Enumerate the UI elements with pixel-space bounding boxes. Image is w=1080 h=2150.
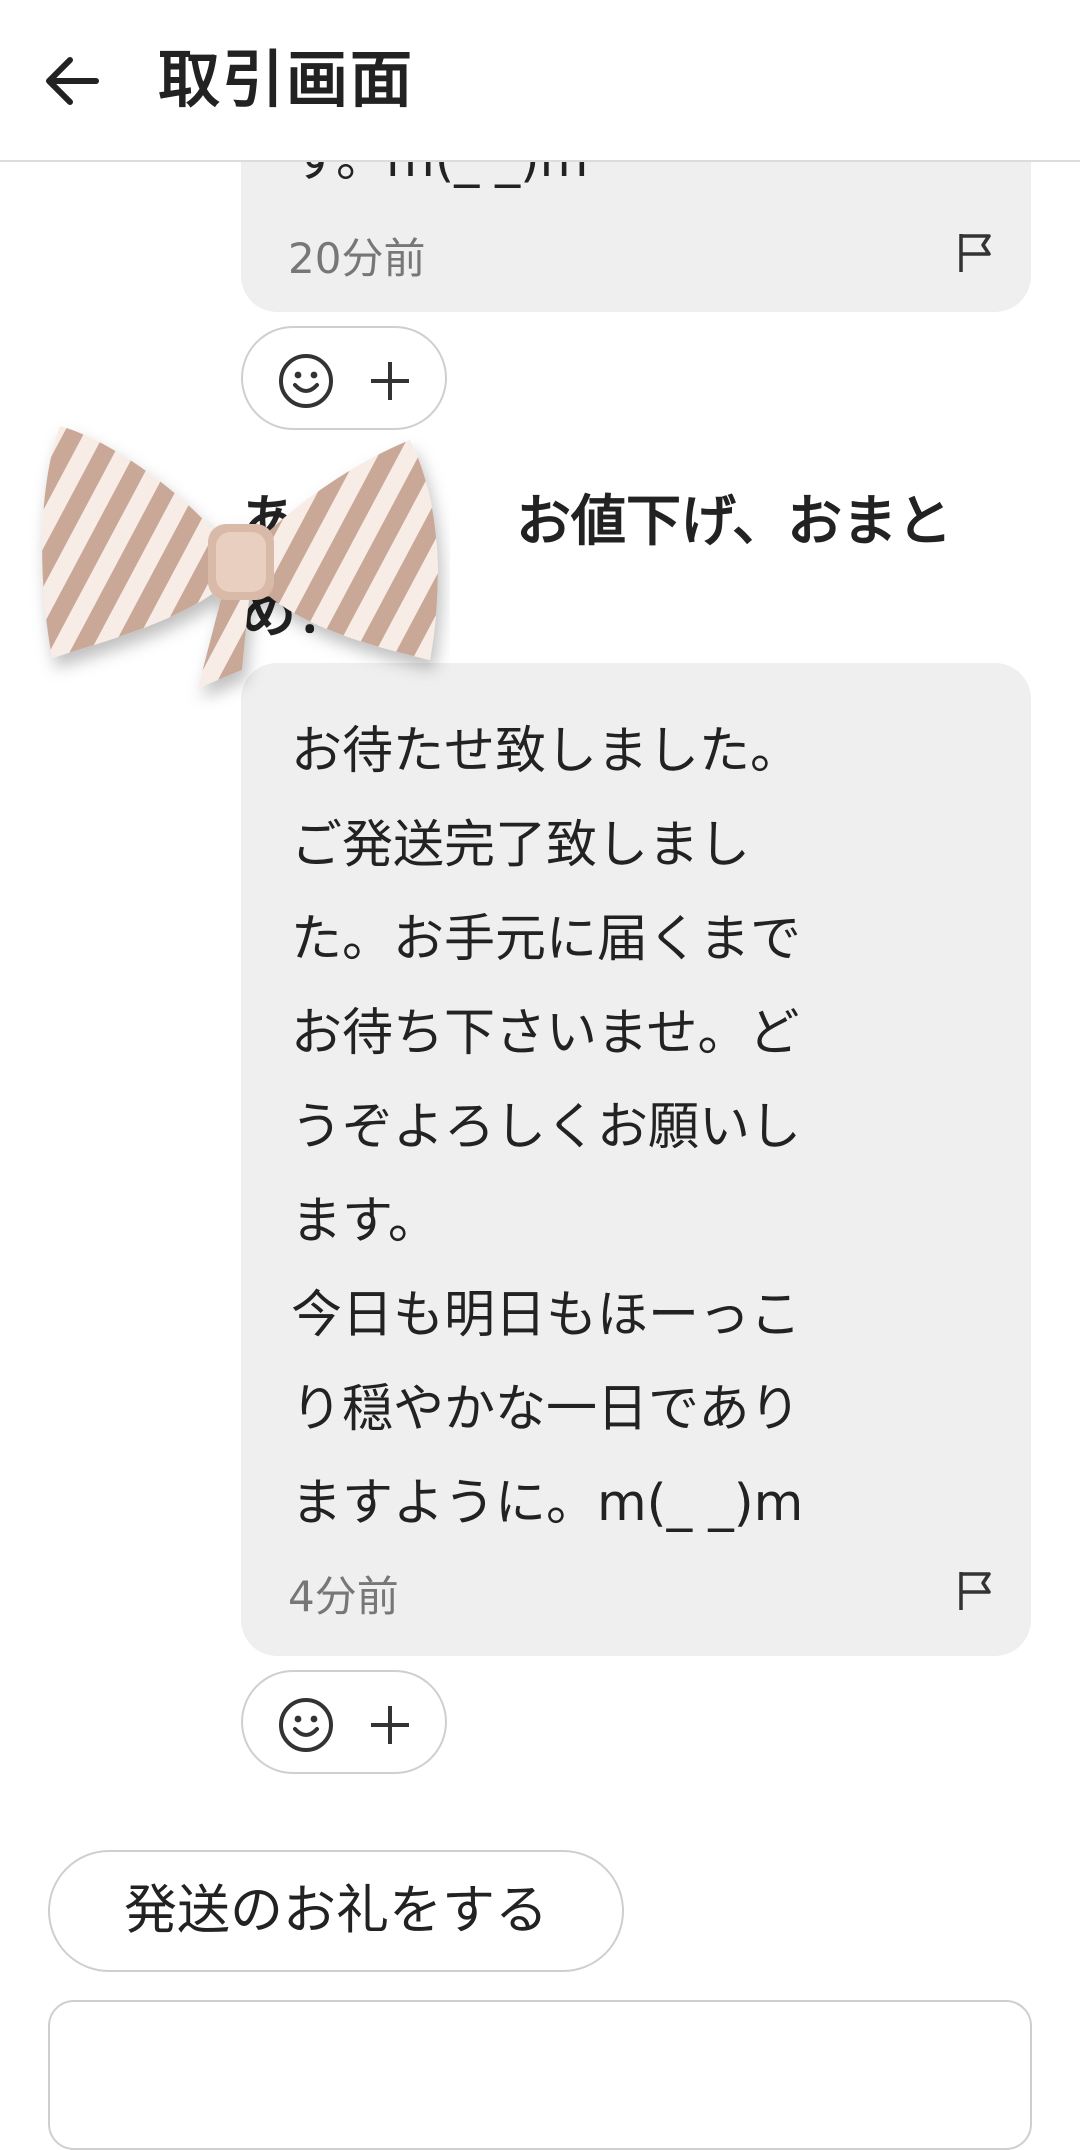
smiley-icon [279, 1698, 333, 1752]
message-time: 4分前 [288, 1572, 399, 1621]
add-reaction-button[interactable] [241, 326, 447, 430]
message-time: 20分前 [288, 234, 426, 283]
report-button[interactable] [955, 1568, 995, 1612]
page-title: 取引画面 [158, 43, 415, 116]
message-input[interactable] [48, 2000, 1032, 2150]
smiley-icon [279, 354, 333, 408]
message-text: お待たせ致しました。 ご発送完了致しまし た。お手元に届くまで お待ち下さいませ… [291, 722, 804, 1533]
flag-icon [959, 1572, 991, 1610]
back-button[interactable] [38, 46, 108, 116]
message-bubble: お待たせ致しました。 ご発送完了致しまし た。お手元に届くまで お待ち下さいませ… [241, 663, 1031, 1656]
app-header: 取引画面 [0, 0, 1080, 162]
plus-icon [371, 1706, 409, 1744]
flag-icon [959, 234, 991, 272]
arrow-left-icon [46, 57, 99, 105]
add-reaction-button[interactable] [241, 1670, 447, 1774]
shipping-thanks-button[interactable]: 発送のお礼をする [48, 1850, 624, 1972]
plus-icon [371, 362, 409, 400]
bow-ribbon-image [42, 426, 438, 688]
report-button[interactable] [955, 230, 995, 274]
